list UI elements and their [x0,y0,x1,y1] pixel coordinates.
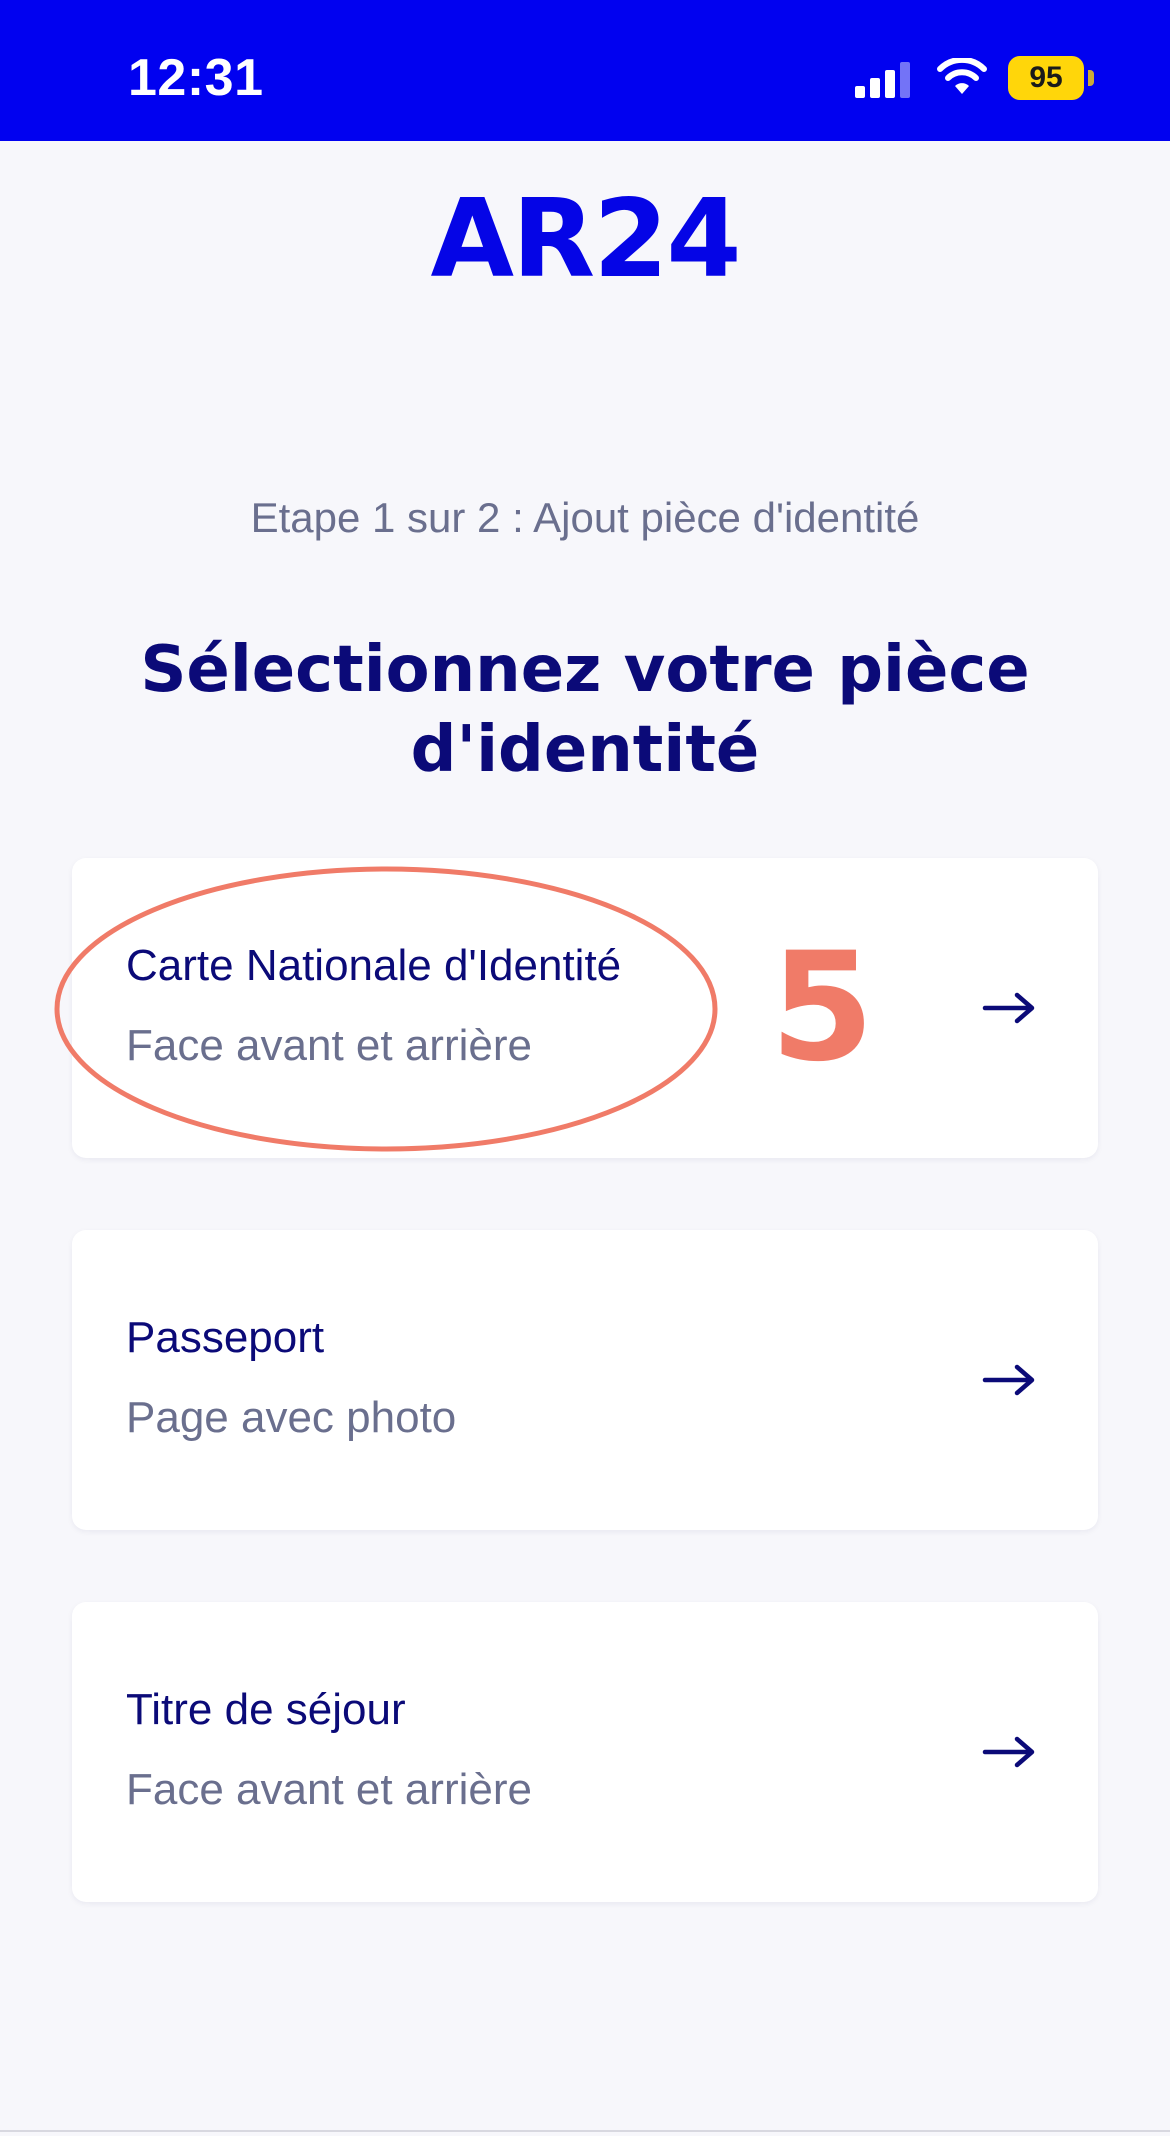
battery-tip [1088,70,1094,86]
annotation-step-number: 5 [770,921,875,1095]
option-subtitle: Face avant et arrière [126,1765,532,1814]
status-time: 12:31 [128,49,264,107]
status-bar: 12:31 95 [0,0,1170,141]
option-subtitle: Face avant et arrière [126,1021,532,1070]
option-title: Titre de séjour [126,1685,406,1734]
battery-level: 95 [1008,56,1084,100]
arrow-right-icon [982,1736,1035,1768]
bottom-divider [0,2130,1170,2132]
battery-indicator: 95 [1008,56,1094,100]
page-title: Sélectionnez votre pièce d'identité [140,633,1030,787]
option-title: Passeport [126,1313,325,1362]
app-logo: AR24 [430,177,741,302]
wifi-icon [937,58,987,94]
option-card-passport[interactable]: Passeport Page avec photo [72,1230,1098,1530]
step-indicator: Etape 1 sur 2 : Ajout pièce d'identité [250,494,920,541]
option-card-national-id[interactable]: Carte Nationale d'Identité Face avant et… [72,858,1098,1158]
cellular-signal-icon [855,62,910,98]
option-title: Carte Nationale d'Identité [126,941,622,990]
arrow-right-icon [982,1364,1035,1396]
arrow-right-icon [982,992,1035,1024]
option-subtitle: Page avec photo [126,1393,457,1442]
option-card-residence-permit[interactable]: Titre de séjour Face avant et arrière [72,1602,1098,1902]
